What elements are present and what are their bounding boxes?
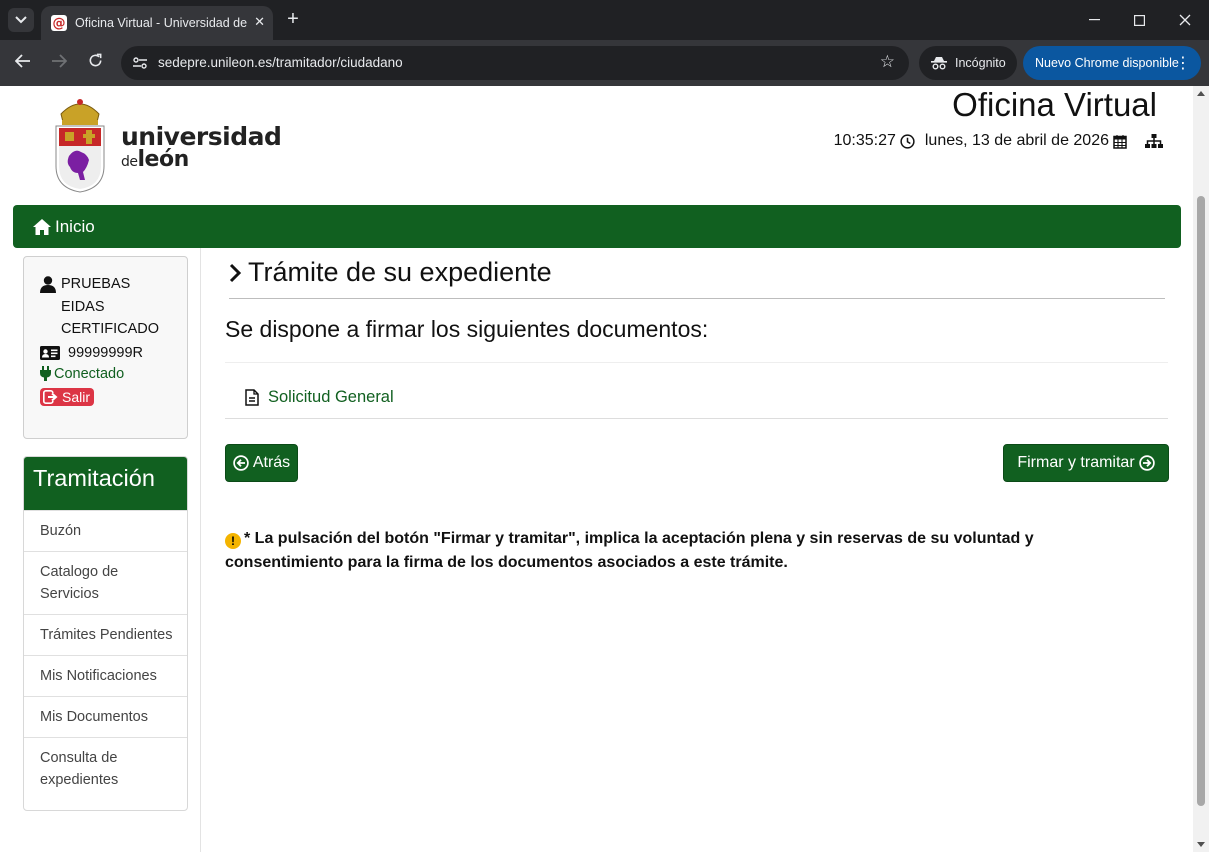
site-title: Oficina Virtual: [952, 86, 1157, 123]
sitemap-icon[interactable]: [1145, 133, 1163, 149]
logout-label: Salir: [62, 388, 91, 405]
sidebar-item-consulta-expedientes[interactable]: Consulta de expedientes: [24, 737, 187, 800]
sign-button-label: Firmar y tramitar: [1017, 454, 1135, 471]
document-name[interactable]: Solicitud General: [268, 388, 394, 407]
minimize-icon: [1088, 19, 1100, 21]
sidebar-item-buzon[interactable]: Buzón: [24, 510, 187, 551]
minimize-window-button[interactable]: [1071, 0, 1117, 40]
connection-status-label: Conectado: [54, 365, 125, 382]
nav-home-label: Inicio: [55, 216, 95, 236]
close-window-button[interactable]: [1162, 0, 1208, 40]
incognito-label: Incógnito: [955, 56, 1006, 70]
plug-icon: [40, 366, 51, 381]
intro-text: Se dispone a firmar los siguientes docum…: [225, 316, 709, 342]
url-text: sedepre.unileon.es/tramitador/ciudadano: [158, 55, 403, 70]
logout-button[interactable]: Salir: [40, 387, 95, 406]
current-time: 10:35:27: [833, 132, 896, 149]
sidebar-divider: [200, 248, 201, 852]
scrollbar-thumb[interactable]: [1197, 196, 1205, 806]
site-settings-icon[interactable]: [132, 55, 148, 71]
arrow-left-icon: [14, 54, 30, 68]
home-icon: [33, 218, 51, 235]
close-tab-icon[interactable]: ✕: [254, 14, 265, 30]
kebab-menu-icon[interactable]: ⋮: [1175, 53, 1191, 73]
user-icon: [40, 276, 56, 293]
page-heading-text: Trámite de su expediente: [248, 257, 552, 287]
page-scrollbar[interactable]: [1193, 86, 1209, 852]
sidebar-item-mis-documentos[interactable]: Mis Documentos: [24, 696, 187, 737]
incognito-indicator[interactable]: Incógnito: [919, 46, 1017, 80]
warning-icon: !: [225, 533, 241, 549]
user-id-number: 99999999R: [68, 344, 143, 361]
site-favicon-icon: @: [51, 15, 67, 31]
connection-status: Conectado: [40, 366, 187, 382]
sidebar-item-catalogo-servicios[interactable]: Catalogo de Servicios: [24, 551, 187, 614]
current-date: lunes, 13 de abril de 2026: [924, 132, 1109, 149]
header-clock: 10:35:27 lunes, 13 de abril de 2026: [834, 132, 1163, 150]
tab-title: Oficina Virtual - Universidad de León: [75, 16, 247, 30]
back-button-label: Atrás: [252, 454, 291, 471]
incognito-icon: [931, 57, 947, 70]
browser-toolbar: sedepre.unileon.es/tramitador/ciudadano …: [0, 40, 1209, 86]
reload-icon: [89, 53, 101, 67]
page-viewport: universidad deleón Oficina Virtual 10:35…: [0, 86, 1209, 852]
sign-and-submit-button[interactable]: Firmar y tramitar: [1003, 444, 1169, 482]
chrome-update-button[interactable]: Nuevo Chrome disponible ⋮: [1023, 46, 1201, 80]
tab-search-button[interactable]: [8, 8, 34, 32]
document-list-item[interactable]: Solicitud General: [245, 388, 394, 407]
bookmark-star-icon[interactable]: ☆: [880, 52, 895, 72]
clock-icon: [900, 133, 915, 149]
scroll-up-arrow-icon[interactable]: [1197, 91, 1205, 96]
tramitacion-title: Tramitación: [24, 457, 187, 510]
main-navbar: Inicio: [13, 205, 1181, 248]
scroll-down-arrow-icon[interactable]: [1197, 842, 1205, 847]
maximize-icon: [1133, 14, 1145, 26]
chevron-down-icon: [15, 16, 27, 24]
close-icon: [1179, 14, 1191, 26]
user-card: PRUEBAS EIDAS CERTIFICADO 99999999R Cone…: [23, 256, 188, 439]
browser-tab[interactable]: @ Oficina Virtual - Universidad de León …: [41, 6, 273, 40]
new-tab-button[interactable]: +: [282, 8, 304, 30]
sign-out-icon: [43, 389, 58, 404]
logo-line-leon: león: [137, 147, 190, 172]
heading-divider: [229, 298, 1165, 299]
address-bar[interactable]: sedepre.unileon.es/tramitador/ciudadano …: [121, 46, 909, 80]
sidebar-item-tramites-pendientes[interactable]: Trámites Pendientes: [24, 614, 187, 655]
browser-tab-bar: @ Oficina Virtual - Universidad de León …: [0, 0, 1209, 40]
arrow-right-icon: [52, 54, 68, 68]
back-nav-button[interactable]: [11, 52, 35, 74]
nav-home-link[interactable]: Inicio: [33, 217, 95, 237]
maximize-window-button[interactable]: [1116, 0, 1162, 40]
university-wordmark-logo: universidad deleón: [121, 124, 282, 172]
chrome-update-label: Nuevo Chrome disponible: [1035, 56, 1179, 70]
sidebar-item-mis-notificaciones[interactable]: Mis Notificaciones: [24, 655, 187, 696]
logo-de: de: [121, 154, 138, 170]
consent-note-text: * La pulsación del botón "Firmar y trami…: [225, 530, 1034, 571]
tramitacion-menu: Tramitación Buzón Catalogo de Servicios …: [23, 456, 188, 811]
reload-button[interactable]: [83, 52, 107, 74]
forward-nav-button[interactable]: [47, 52, 71, 74]
page-content: universidad deleón Oficina Virtual 10:35…: [0, 86, 1193, 852]
page-heading: Trámite de su expediente: [229, 257, 552, 288]
user-name: PRUEBAS EIDAS CERTIFICADO: [61, 276, 160, 337]
university-crest-logo: [55, 99, 105, 193]
calendar-icon: [1113, 134, 1127, 149]
arrow-circle-right-icon: [1138, 455, 1155, 471]
id-card-icon: [40, 345, 60, 360]
consent-note: ! * La pulsación del botón "Firmar y tram…: [225, 527, 1105, 575]
list-bottom-divider: [225, 418, 1168, 419]
arrow-circle-left-icon: [233, 455, 249, 471]
chevron-right-icon: [229, 263, 242, 282]
list-top-divider: [225, 362, 1168, 363]
back-button[interactable]: Atrás: [225, 444, 298, 482]
file-text-icon: [245, 389, 259, 406]
